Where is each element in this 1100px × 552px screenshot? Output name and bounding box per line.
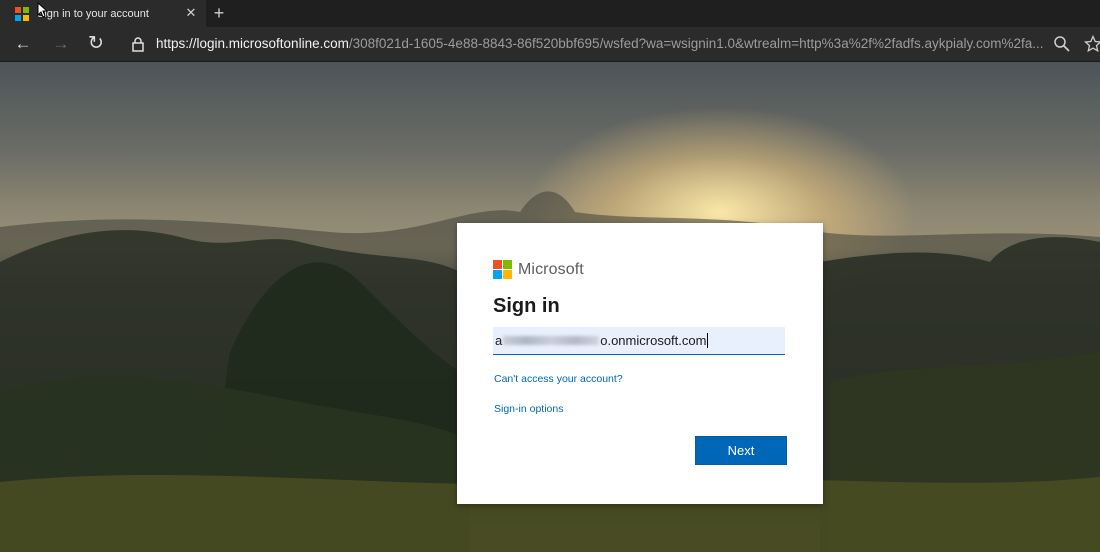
microsoft-logo-icon — [493, 260, 513, 280]
url-host: https://login.microsoftonline.com — [156, 36, 349, 51]
new-tab-button[interactable]: + — [210, 4, 228, 22]
microsoft-brand: Microsoft — [493, 260, 584, 280]
tab-strip: Sign in to your account ✕ + — [0, 0, 1100, 27]
brand-name: Microsoft — [518, 261, 584, 278]
redacted-text — [503, 336, 600, 345]
signin-card: Microsoft Sign in a o.onmicrosoft.com Can… — [457, 223, 823, 504]
email-field[interactable]: a o.onmicrosoft.com — [493, 327, 785, 355]
next-button[interactable]: Next — [696, 437, 786, 464]
tab-title: Sign in to your account — [37, 7, 149, 20]
url-path: /308f021d-1605-4e88-8843-86f520bbf695/ws… — [348, 36, 1044, 51]
address-bar[interactable]: https://login.microsoftonline.com/308f02… — [156, 35, 1046, 53]
browser-tab[interactable]: Sign in to your account ✕ — [0, 0, 206, 27]
search-icon[interactable] — [1053, 35, 1071, 53]
microsoft-favicon-icon — [15, 6, 29, 21]
back-button[interactable]: ← — [13, 34, 33, 54]
lock-icon — [132, 37, 144, 52]
signin-options-link[interactable]: Sign-in options — [494, 403, 563, 415]
email-prefix: a — [495, 333, 503, 348]
refresh-button[interactable]: ↻ — [86, 34, 106, 54]
text-caret — [707, 333, 709, 348]
star-icon[interactable] — [1084, 35, 1100, 53]
forward-button[interactable]: → — [51, 34, 71, 54]
email-suffix: o.onmicrosoft.com — [600, 333, 707, 348]
page-title: Sign in — [493, 295, 560, 317]
cant-access-account-link[interactable]: Can't access your account? — [494, 373, 623, 385]
close-tab-icon[interactable]: ✕ — [184, 6, 198, 20]
mouse-cursor-icon — [37, 2, 47, 18]
browser-toolbar: ← → ↻ https://login.microsoftonline.com/… — [0, 27, 1100, 62]
